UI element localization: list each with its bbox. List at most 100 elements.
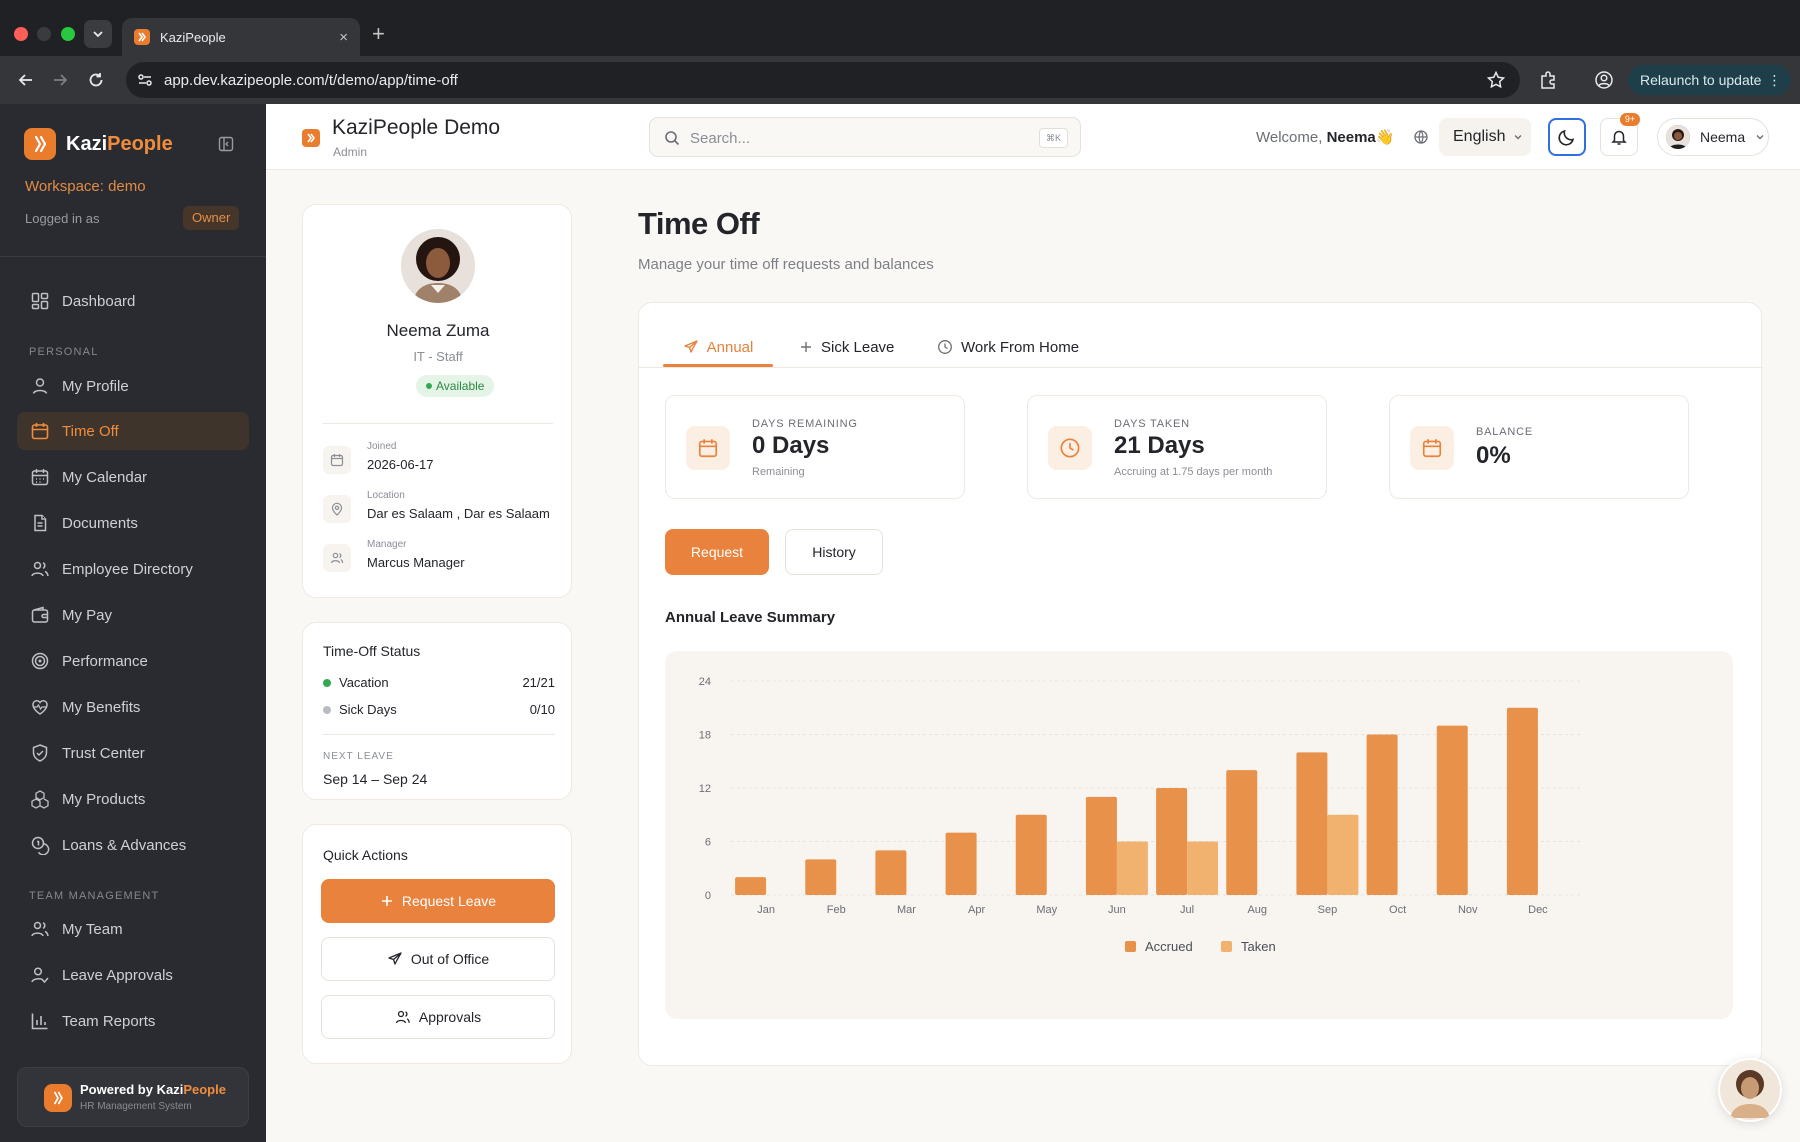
reload-icon[interactable] — [86, 70, 106, 90]
moon-icon — [1558, 129, 1575, 146]
sidebar-item-label: Dashboard — [62, 292, 136, 310]
sidebar-item-my-pay[interactable]: My Pay — [17, 596, 249, 634]
quick-actions-card: Quick Actions Request Leave Out of Offic… — [302, 824, 572, 1064]
sidebar-item-loans-advances[interactable]: Loans & Advances — [17, 826, 249, 864]
annual-leave-summary-title: Annual Leave Summary — [665, 609, 836, 626]
y-tick-label: 6 — [705, 837, 711, 849]
section-personal: PERSONAL — [29, 346, 99, 358]
button-label: Request Leave — [401, 893, 497, 909]
browser-menu-icon[interactable]: ⋮ — [1767, 65, 1781, 95]
theme-toggle-button[interactable] — [1548, 118, 1586, 156]
browser-tab[interactable]: KaziPeople × — [122, 18, 360, 56]
x-tick-label: Nov — [1458, 904, 1478, 916]
search-box[interactable]: ⌘K — [649, 117, 1081, 157]
bookmark-star-icon[interactable] — [1486, 70, 1506, 90]
site-settings-icon[interactable] — [136, 71, 154, 89]
back-arrow-icon[interactable] — [16, 70, 36, 90]
forward-arrow-icon[interactable] — [50, 70, 70, 90]
x-tick-label: Dec — [1528, 904, 1548, 916]
tab-annual[interactable]: Annual — [663, 327, 773, 367]
next-leave-label: NEXT LEAVE — [323, 751, 394, 762]
extensions-icon[interactable] — [1538, 70, 1558, 90]
sidebar-item-my-team[interactable]: My Team — [17, 910, 249, 948]
language-value: English — [1453, 128, 1506, 145]
tab-work-from-home[interactable]: Work From Home — [937, 327, 1079, 367]
sidebar-item-my-benefits[interactable]: My Benefits — [17, 688, 249, 726]
boxes-icon — [31, 790, 49, 809]
tab-search-button[interactable] — [84, 20, 112, 48]
sidebar-item-my-products[interactable]: My Products — [17, 780, 249, 818]
bar-chart-icon — [31, 1013, 48, 1030]
users-icon — [323, 544, 351, 572]
address-bar[interactable]: app.dev.kazipeople.com/t/demo/app/time-o… — [126, 62, 1520, 98]
relaunch-update-button[interactable]: Relaunch to update ⋮ — [1628, 65, 1792, 95]
target-icon — [31, 652, 49, 670]
profile-icon[interactable] — [1594, 70, 1614, 90]
browser-toolbar: app.dev.kazipeople.com/t/demo/app/time-o… — [0, 56, 1800, 104]
info-manager: Manager Marcus Manager — [323, 539, 563, 577]
x-tick-label: Oct — [1389, 904, 1406, 916]
map-pin-icon — [323, 495, 351, 523]
plus-icon — [381, 896, 392, 906]
powered-by-banner[interactable]: Powered by KaziPeople HR Management Syst… — [17, 1067, 249, 1127]
chat-assistant-button[interactable] — [1718, 1058, 1782, 1122]
brand-name: KaziPeople — [66, 133, 173, 156]
legend-swatch — [1221, 941, 1232, 952]
bar-taken — [1327, 814, 1359, 895]
window-close-button[interactable] — [14, 27, 28, 41]
brand-logo[interactable]: KaziPeople — [24, 128, 173, 160]
language-select[interactable]: English — [1439, 118, 1531, 156]
time-off-panel: Annual Sick Leave Work From Home DAYS RE… — [638, 302, 1763, 1066]
x-tick-label: Jun — [1108, 904, 1126, 916]
bar-accrued — [1366, 734, 1398, 895]
sidebar-item-my-profile[interactable]: My Profile — [17, 367, 249, 405]
sidebar-item-my-calendar[interactable]: My Calendar — [17, 458, 249, 496]
chevron-down-icon — [1756, 135, 1764, 140]
workspace-label: Workspace: demo — [25, 178, 146, 195]
tab-close-icon[interactable]: × — [339, 29, 348, 46]
users-icon — [31, 921, 49, 937]
bar-taken — [1187, 841, 1219, 895]
user-menu-button[interactable]: Neema — [1657, 118, 1769, 156]
manager-value: Marcus Manager — [367, 555, 465, 570]
calendar-icon — [1410, 426, 1454, 470]
status-count: 0/10 — [529, 702, 555, 717]
sidebar-item-leave-approvals[interactable]: Leave Approvals — [17, 956, 249, 994]
globe-icon — [1414, 130, 1428, 144]
sidebar-item-label: Performance — [62, 652, 148, 670]
sidebar-collapse-icon[interactable] — [218, 136, 234, 152]
kazipeople-logo-icon — [24, 128, 56, 160]
out-of-office-button[interactable]: Out of Office — [321, 937, 555, 981]
new-tab-button[interactable]: + — [372, 22, 385, 46]
x-tick-label: Sep — [1318, 904, 1338, 916]
search-input[interactable] — [690, 127, 1010, 149]
bar-accrued — [1436, 725, 1468, 895]
clock-icon — [938, 340, 952, 354]
joined-label: Joined — [367, 441, 397, 452]
sidebar-item-employee-directory[interactable]: Employee Directory — [17, 550, 249, 588]
coins-icon — [31, 836, 50, 855]
approvals-button[interactable]: Approvals — [321, 995, 555, 1039]
sidebar-item-documents[interactable]: Documents — [17, 504, 249, 542]
sidebar-item-time-off[interactable]: Time Off — [17, 412, 249, 450]
bar-accrued — [1015, 814, 1047, 895]
sidebar-item-team-reports[interactable]: Team Reports — [17, 1002, 249, 1040]
assistant-avatar-icon — [1720, 1060, 1780, 1120]
sidebar-item-performance[interactable]: Performance — [17, 642, 249, 680]
welcome-name: Neema — [1326, 129, 1376, 146]
request-leave-button[interactable]: Request Leave — [321, 879, 555, 923]
sidebar-item-label: Documents — [62, 514, 138, 532]
chart-svg: 0 6 12 18 24 Jan Feb Mar Apr May Jun Jul Aug Sep Oct No… — [699, 676, 1583, 954]
history-button[interactable]: History — [785, 529, 883, 575]
brand-part-2: People — [107, 132, 173, 155]
location-value: Dar es Salaam , Dar es Salaam — [367, 506, 550, 521]
sidebar-item-label: Trust Center — [62, 744, 145, 762]
user-check-icon — [31, 967, 49, 984]
request-button[interactable]: Request — [665, 529, 769, 575]
sidebar-item-dashboard[interactable]: Dashboard — [17, 282, 249, 320]
chevron-down-icon — [1514, 135, 1522, 140]
sidebar-item-trust-center[interactable]: Trust Center — [17, 734, 249, 772]
window-minimize-button[interactable] — [37, 27, 51, 41]
window-maximize-button[interactable] — [61, 27, 75, 41]
tab-sick-leave[interactable]: Sick Leave — [799, 327, 894, 367]
